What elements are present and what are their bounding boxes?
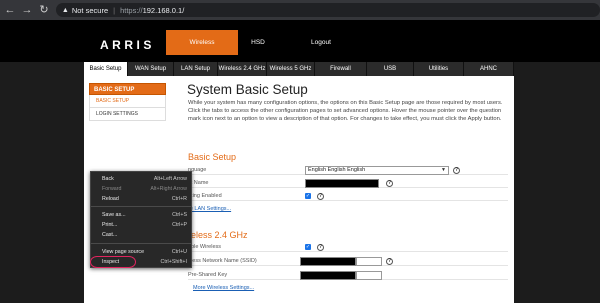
security-label[interactable]: Not secure xyxy=(72,6,108,15)
menu-item-label: Inspect xyxy=(102,259,120,265)
browser-toolbar: ← → ↻ ▲ Not secure | https:// 192.168.0.… xyxy=(0,0,600,20)
ssid-input[interactable] xyxy=(356,257,382,266)
back-arrow-icon[interactable]: ← xyxy=(3,0,17,20)
tab-wireless-5[interactable]: Wireless 5 GHz xyxy=(267,62,315,76)
arris-logo: ARRIS xyxy=(100,38,155,52)
sidebar-header: BASIC SETUP xyxy=(89,83,166,95)
menu-item-label: View page source xyxy=(102,249,145,255)
menu-item-forward[interactable]: Forward Alt+Right Arrow xyxy=(91,184,191,194)
section-basic-setup: Basic Setup xyxy=(188,152,237,162)
reload-icon[interactable]: ↻ xyxy=(37,0,51,20)
menu-item-back[interactable]: Back Alt+Left Arrow xyxy=(91,174,191,184)
menu-divider xyxy=(91,206,191,207)
tab-wan-setup[interactable]: WAN Setup xyxy=(128,62,174,76)
menu-item-label: Cast... xyxy=(102,232,118,238)
menu-item-label: Back xyxy=(102,176,114,182)
menu-item-shortcut: Ctrl+R xyxy=(171,196,187,202)
psk-redaction xyxy=(300,271,356,280)
tab-usb[interactable]: USB xyxy=(367,62,414,76)
menu-item-reload[interactable]: Reload Ctrl+R xyxy=(91,194,191,204)
ssid-redaction xyxy=(300,257,356,266)
tab-lan-setup[interactable]: LAN Setup xyxy=(174,62,218,76)
tab-ahnc[interactable]: AHNC xyxy=(464,62,514,76)
topnav-logout[interactable]: Logout xyxy=(296,30,346,55)
menu-item-label: Reload xyxy=(102,196,119,202)
tab-firewall[interactable]: Firewall xyxy=(315,62,367,76)
section-wireless: reless 2.4 GHz xyxy=(188,230,248,240)
help-icon[interactable]: ? xyxy=(453,167,460,174)
ssid-label: eless Network Name (SSID) xyxy=(188,258,257,264)
menu-item-view-source[interactable]: View page source Ctrl+U xyxy=(91,247,191,257)
menu-item-print[interactable]: Print... Ctrl+P xyxy=(91,220,191,230)
menu-item-shortcut: Ctrl+S xyxy=(172,212,187,218)
context-menu: Back Alt+Left Arrow Forward Alt+Right Ar… xyxy=(90,171,192,268)
url-host: 192.168.0.1/ xyxy=(142,5,185,15)
tab-basic-setup[interactable]: Basic Setup xyxy=(84,62,128,76)
url-protocol: https:// xyxy=(120,5,143,15)
page-title: System Basic Setup xyxy=(187,82,308,97)
tab-bar: Basic Setup WAN Setup LAN Setup Wireless… xyxy=(84,62,514,76)
menu-item-shortcut: Ctrl+U xyxy=(171,249,187,255)
help-icon[interactable]: ? xyxy=(317,193,324,200)
lan-settings-link[interactable]: re LAN Settings... xyxy=(188,206,231,212)
menu-item-shortcut: Ctrl+P xyxy=(172,222,187,228)
sidebar-item-login-settings[interactable]: LOGIN SETTINGS xyxy=(89,108,166,121)
enable-wireless-label: able Wireless xyxy=(188,244,222,250)
help-icon[interactable]: ? xyxy=(386,180,393,187)
help-icon[interactable]: ? xyxy=(386,258,393,265)
help-icon[interactable]: ? xyxy=(317,244,324,251)
menu-item-label: Save as... xyxy=(102,212,126,218)
language-value: English English English xyxy=(308,167,366,173)
menu-item-inspect[interactable]: Inspect Ctrl+Shift+I xyxy=(91,257,191,267)
menu-item-shortcut: Alt+Right Arrow xyxy=(150,186,187,192)
topnav-wireless[interactable]: Wireless xyxy=(166,30,238,55)
row-enable-wireless: able Wireless xyxy=(188,242,508,252)
tab-utilities[interactable]: Utilities xyxy=(414,62,464,76)
row-routing: uting Enabled xyxy=(188,191,508,201)
topnav-hsd[interactable]: HSD xyxy=(240,30,276,55)
address-bar[interactable]: ▲ Not secure | https:// 192.168.0.1/ xyxy=(55,3,600,17)
routing-label: uting Enabled xyxy=(188,193,222,199)
sidebar: BASIC SETUP BASIC SETUP LOGIN SETTINGS xyxy=(89,83,166,121)
tab-wireless-24[interactable]: Wireless 2.4 GHz xyxy=(218,62,267,76)
routing-checkbox[interactable]: ✓ xyxy=(305,193,311,199)
menu-divider xyxy=(91,243,191,244)
psk-input[interactable] xyxy=(356,271,382,280)
menu-item-shortcut: Ctrl+Shift+I xyxy=(160,259,188,265)
menu-item-save-as[interactable]: Save as... Ctrl+S xyxy=(91,210,191,220)
enable-wireless-checkbox[interactable]: ✓ xyxy=(305,244,311,250)
menu-item-shortcut: Alt+Left Arrow xyxy=(153,176,187,182)
psk-label: Pre-Shared Key xyxy=(188,272,228,278)
more-wireless-link[interactable]: More Wireless Settings... xyxy=(193,285,254,291)
menu-item-label: Forward xyxy=(102,186,122,192)
language-select[interactable]: English English English ▼ xyxy=(305,166,449,175)
top-nav: Wireless HSD Logout xyxy=(166,30,346,55)
chevron-down-icon: ▼ xyxy=(441,167,446,173)
menu-item-label: Print... xyxy=(102,222,118,228)
page-description: While your system has many configuration… xyxy=(188,100,503,122)
host-name-input[interactable] xyxy=(305,179,379,188)
menu-item-cast[interactable]: Cast... xyxy=(91,230,191,240)
forward-arrow-icon[interactable]: → xyxy=(20,0,34,20)
sidebar-item-basic-setup[interactable]: BASIC SETUP xyxy=(89,95,166,108)
warning-icon[interactable]: ▲ xyxy=(62,7,69,14)
url-separator: | xyxy=(113,5,116,15)
